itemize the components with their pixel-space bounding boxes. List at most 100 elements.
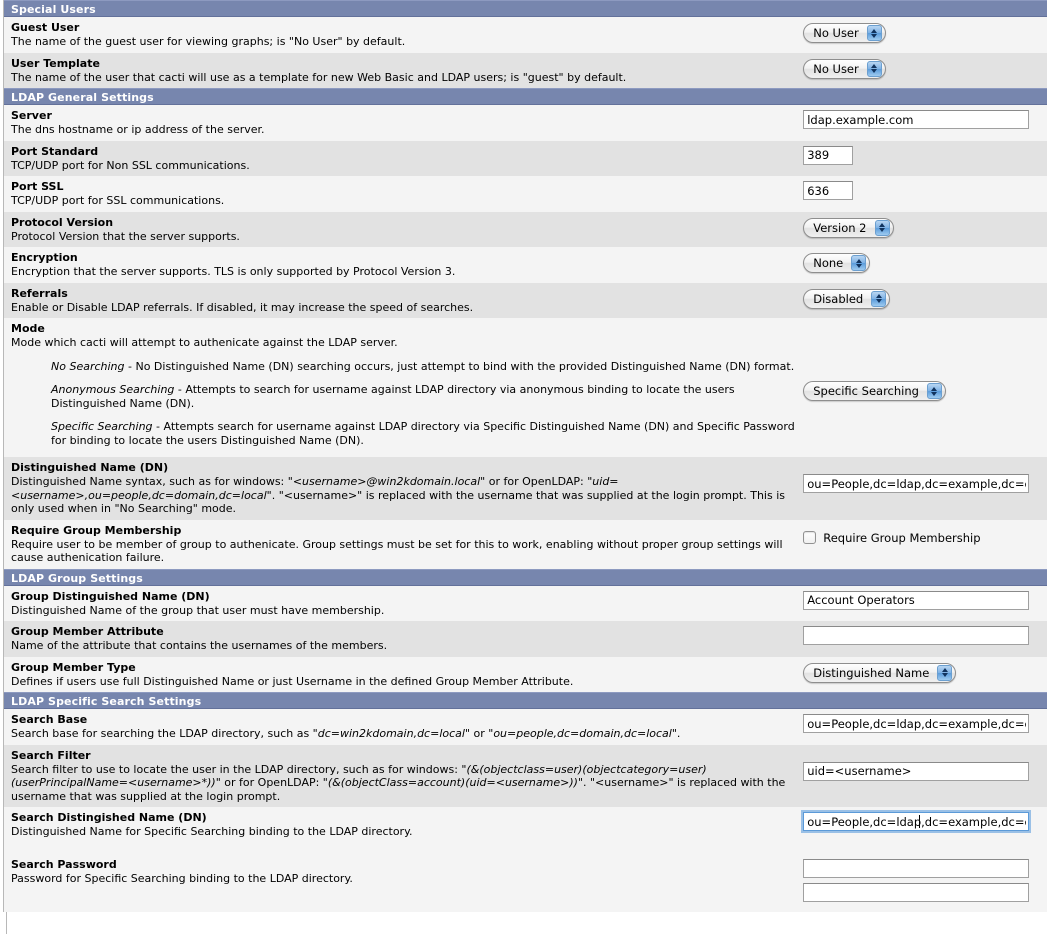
desc-em: dc=win2kdomain,dc=local (317, 727, 465, 740)
field-description: TCP/UDP port for SSL communications. (11, 194, 225, 207)
page-bottom-edge (6, 911, 1047, 934)
row-control (803, 109, 1047, 129)
row-control: No User (803, 21, 1047, 43)
row-control: No User (803, 57, 1047, 79)
field-label: User Template (11, 56, 100, 70)
updown-arrows-icon (874, 219, 890, 236)
setting-row-protocol-version: Protocol Version Protocol Version that t… (4, 211, 1047, 247)
field-label: Search Password (11, 857, 117, 871)
setting-row-search-distinguished-name: Search Distingished Name (DN) Distinguis… (4, 807, 1047, 843)
updown-arrows-icon (871, 290, 887, 307)
row-text: Guest User The name of the guest user fo… (11, 21, 803, 49)
desc-seg: Distinguished Name syntax, such as for w… (11, 475, 293, 488)
row-text: Require Group Membership Require user to… (11, 524, 803, 565)
field-label: Referrals (11, 286, 68, 300)
setting-row-guest-user: Guest User The name of the guest user fo… (4, 17, 1047, 53)
row-control (803, 858, 1047, 902)
field-description: TCP/UDP port for Non SSL communications. (11, 158, 250, 172)
desc-em: (&(objectClass=account)(uid=<username>)) (327, 776, 578, 789)
search-password-input[interactable] (803, 858, 1030, 878)
field-description: Distinguished Name of the group that use… (11, 603, 385, 617)
row-text: Port SSL TCP/UDP port for SSL communicat… (11, 180, 803, 208)
field-label: Mode (11, 322, 45, 335)
protocol-version-select[interactable]: Version 2 (803, 217, 894, 238)
setting-row-port-ssl: Port SSL TCP/UDP port for SSL communicat… (4, 176, 1047, 212)
checkbox-box-icon[interactable] (803, 531, 817, 544)
distinguished-name-input[interactable] (803, 474, 1030, 493)
settings-table: Special Users Guest User The name of the… (3, 0, 1047, 912)
row-control: Require Group Membership (803, 524, 1047, 545)
setting-row-group-member-attribute: Group Member Attribute Name of the attri… (4, 621, 1047, 657)
setting-row-port-standard: Port Standard TCP/UDP port for Non SSL c… (4, 140, 1047, 176)
row-control (803, 180, 1047, 200)
text-cursor (919, 815, 921, 828)
row-text: Search Password Password for Specific Se… (11, 858, 803, 886)
mode-option-anonymous-searching: Anonymous Searching - Attempts to search… (51, 383, 795, 410)
row-control: None (803, 251, 1047, 273)
field-label: Port Standard (11, 144, 99, 158)
row-control (803, 625, 1047, 645)
port-standard-input[interactable] (803, 145, 854, 165)
row-text: Search Distingished Name (DN) Distinguis… (11, 811, 803, 839)
referrals-select[interactable]: Disabled (803, 288, 891, 309)
mode-option-term: No Searching (51, 359, 125, 373)
server-input[interactable] (803, 110, 1030, 129)
desc-seg: " or for OpenLDAP: " (215, 776, 328, 789)
row-text: Mode Mode which cacti will attempt to au… (11, 322, 803, 447)
section-header-ldap-general-settings: LDAP General Settings (4, 88, 1047, 105)
setting-row-user-template: User Template The name of the user that … (4, 52, 1047, 88)
field-description: Enable or Disable LDAP referrals. If dis… (11, 300, 474, 314)
row-text: Group Member Type Defines if users use f… (11, 661, 803, 689)
row-spacer (4, 842, 1047, 854)
setting-row-search-password: Search Password Password for Specific Se… (4, 853, 1047, 912)
require-group-membership-checkbox[interactable]: Require Group Membership (803, 531, 1047, 545)
field-description: Distinguished Name syntax, such as for w… (11, 475, 795, 516)
mode-select[interactable]: Specific Searching (803, 381, 946, 401)
field-description: Protocol Version that the server support… (11, 229, 240, 243)
setting-row-referrals: Referrals Enable or Disable LDAP referra… (4, 282, 1047, 318)
row-text: Referrals Enable or Disable LDAP referra… (11, 287, 803, 315)
desc-seg: " or " (464, 727, 494, 740)
field-description: Defines if users use full Distinguished … (11, 674, 574, 688)
setting-row-group-member-type: Group Member Type Defines if users use f… (4, 656, 1047, 692)
port-ssl-input[interactable] (803, 181, 854, 200)
field-label: Group Member Attribute (11, 625, 164, 638)
field-description: Name of the attribute that contains the … (11, 639, 388, 652)
search-filter-input[interactable] (803, 761, 1030, 781)
field-label: Search Distingished Name (DN) (11, 811, 207, 824)
search-password-confirm-input[interactable] (803, 882, 1030, 902)
field-label: Guest User (11, 21, 80, 34)
row-text: Distinguished Name (DN) Distinguished Na… (11, 461, 803, 516)
mode-option-body: - Attempts search for username against L… (51, 420, 795, 447)
row-text: Encryption Encryption that the server su… (11, 251, 803, 279)
field-label: Port SSL (11, 180, 64, 193)
desc-seg: ". (671, 727, 681, 740)
row-text: User Template The name of the user that … (11, 57, 803, 85)
desc-em: ou=people,dc=domain,dc=local (493, 727, 672, 740)
row-control (803, 713, 1047, 733)
group-member-type-select[interactable]: Distinguished Name (803, 662, 957, 683)
field-label: Search Base (11, 713, 88, 726)
group-member-attribute-input[interactable] (803, 626, 1030, 645)
field-label: Encryption (11, 251, 78, 264)
row-control: Version 2 (803, 216, 1047, 238)
mode-select-value: Specific Searching (813, 384, 919, 398)
setting-row-require-group-membership: Require Group Membership Require user to… (4, 519, 1047, 569)
field-description: Require user to be member of group to au… (11, 537, 783, 565)
settings-page: Special Users Guest User The name of the… (0, 0, 1047, 934)
row-text: Server The dns hostname or ip address of… (11, 109, 803, 137)
row-text: Search Filter Search filter to use to lo… (11, 749, 803, 804)
updown-arrows-icon (866, 25, 882, 41)
setting-row-server: Server The dns hostname or ip address of… (4, 105, 1047, 141)
setting-row-search-base: Search Base Search base for searching th… (4, 709, 1047, 745)
group-distinguished-name-input[interactable] (803, 590, 1030, 610)
search-base-input[interactable] (803, 714, 1030, 733)
guest-user-select[interactable]: No User (803, 23, 886, 43)
referrals-select-value: Disabled (813, 291, 864, 306)
section-header-special-users: Special Users (4, 0, 1047, 17)
user-template-select[interactable]: No User (803, 58, 886, 79)
field-description: Encryption that the server supports. TLS… (11, 265, 456, 278)
encryption-select[interactable]: None (803, 253, 871, 273)
mode-option-term: Specific Searching (51, 420, 153, 433)
field-description: Mode which cacti will attempt to autheni… (11, 336, 398, 349)
